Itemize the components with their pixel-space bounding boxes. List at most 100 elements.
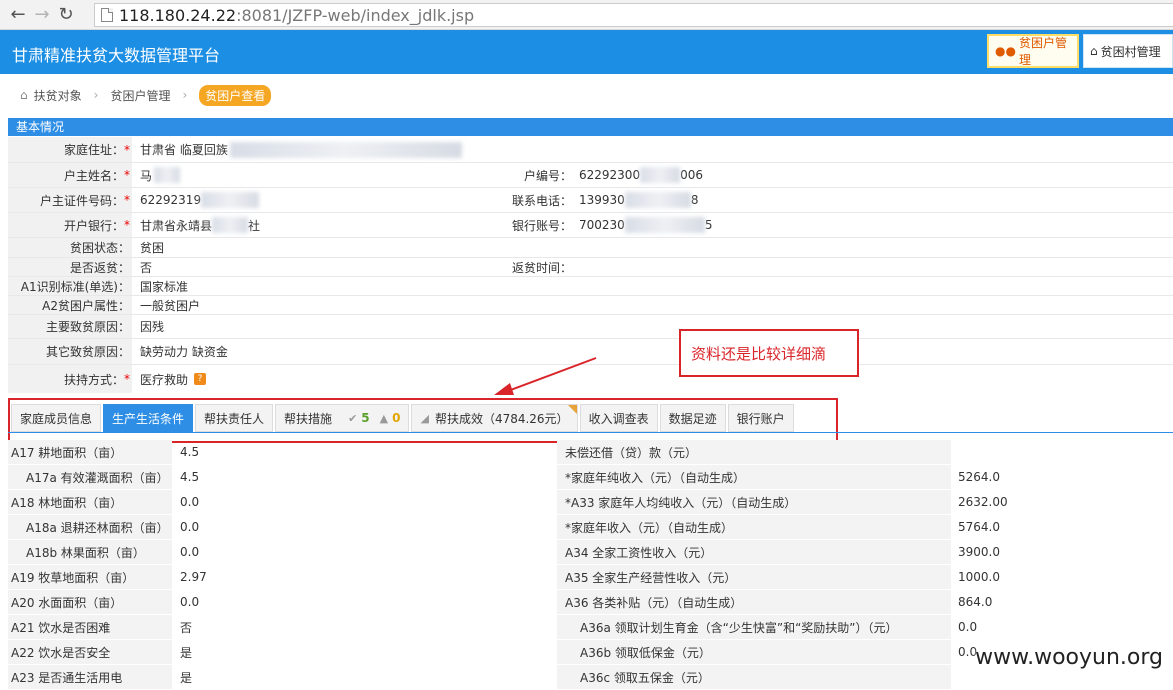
url-path: :8081/JZFP-web/index_jdlk.jsp (236, 6, 474, 25)
account-value: 7002305 (579, 213, 712, 237)
row-a1: A1识别标准(单选)： 国家标准 (8, 277, 1173, 296)
table-row: A18b 林果面积（亩）0.0A34 全家工资性收入（元）3900.0 (8, 540, 1173, 565)
table-row: A18 林地面积（亩）0.0*A33 家庭年人均纯收入（元）（自动生成）2632… (8, 490, 1173, 515)
support-value: 医疗救助? (140, 365, 206, 393)
tab-support-measures-label: 帮扶措施 (284, 410, 332, 427)
head-name-label: 户主姓名：* (8, 163, 132, 187)
measures-ok-count: 5 (361, 411, 369, 425)
section-title-basic: 基本情况 (8, 118, 1173, 136)
row-main-reason: 主要致贫原因： 因残 (8, 315, 1173, 339)
field-value: 0.0 (172, 590, 557, 614)
field-value: 5764.0 (951, 515, 1173, 539)
breadcrumb-item-poverty-target[interactable]: 扶贫对象 (34, 87, 82, 104)
other-reason-label: 其它致贫原因： (8, 339, 132, 364)
id-label: 户主证件号码：* (8, 188, 132, 212)
field-value (951, 440, 1173, 464)
table-row: A20 水面面积（亩）0.0A36 各类补贴（元）（自动生成）864.0 (8, 590, 1173, 615)
help-icon[interactable]: ? (194, 373, 206, 385)
field-value: 5264.0 (951, 465, 1173, 489)
return-value: 否 (140, 258, 152, 276)
field-value: 否 (172, 615, 557, 639)
village-management-button[interactable]: ⌂ 贫困村管理 (1083, 34, 1173, 68)
back-arrow-icon[interactable]: ← (6, 4, 30, 26)
tab-family-members[interactable]: 家庭成员信息 (11, 404, 101, 432)
head-name-value: 马 (140, 163, 180, 187)
redacted-block (230, 142, 462, 158)
redacted-block (154, 167, 180, 183)
field-value: 1000.0 (951, 565, 1173, 589)
field-value: 是 (172, 665, 557, 689)
village-management-label: 贫困村管理 (1101, 43, 1161, 60)
tab-data-footprint[interactable]: 数据足迹 (660, 404, 726, 432)
table-row: A21 饮水是否困难否A36a 领取计划生育金（含“少生快富”和“奖励扶助”）（… (8, 615, 1173, 640)
main-reason-label: 主要致贫原因： (8, 315, 132, 338)
a1-value: 国家标准 (140, 277, 188, 295)
row-bank: 开户银行：* 甘肃省永靖县社 银行账号： 7002305 (8, 213, 1173, 238)
table-row: A19 牧草地面积（亩）2.97A35 全家生产经营性收入（元）1000.0 (8, 565, 1173, 590)
a2-label: A2贫困户属性： (8, 296, 132, 314)
chart-icon: ◢ (420, 412, 428, 425)
field-value: 3900.0 (951, 540, 1173, 564)
app-header: 甘肃精准扶贫大数据管理平台 ●● 贫困户管理 ⌂ 贫困村管理 (0, 30, 1173, 74)
redacted-block (625, 192, 691, 208)
redacted-block (640, 167, 680, 183)
phone-label: 联系电话： (506, 188, 572, 212)
tab-support-result[interactable]: ◢ 帮扶成效（4784.26元） (411, 404, 577, 432)
redacted-block (201, 192, 259, 208)
household-management-button[interactable]: ●● 贫困户管理 (987, 34, 1079, 68)
field-label: A17a 有效灌溉面积（亩） (8, 465, 172, 489)
field-value: 4.5 (172, 440, 557, 464)
check-icon: ✔ (348, 412, 357, 425)
breadcrumb-item-household-management[interactable]: 贫困户管理 (110, 87, 170, 104)
reload-icon[interactable]: ↻ (54, 4, 78, 26)
breadcrumb-separator-icon: › (94, 88, 99, 102)
tabs-underline (8, 432, 1173, 433)
account-label: 银行账号： (506, 213, 572, 237)
forward-arrow-icon[interactable]: → (30, 4, 54, 26)
row-a2: A2贫困户属性： 一般贫困户 (8, 296, 1173, 315)
table-row: A18a 退耕还林面积（亩）0.0*家庭年收入（元）（自动生成）5764.0 (8, 515, 1173, 540)
return-time-label: 返贫时间： (506, 258, 572, 276)
field-label: A22 饮水是否安全 (8, 640, 172, 664)
field-label: A35 全家生产经营性收入（元） (557, 565, 951, 589)
annotation-arrow-icon (490, 355, 600, 397)
field-value: 0.0 (172, 515, 557, 539)
tab-bank-account[interactable]: 银行账户 (728, 404, 794, 432)
field-label: A18 林地面积（亩） (8, 490, 172, 514)
field-label: A21 饮水是否困难 (8, 615, 172, 639)
row-return: 是否返贫： 否 返贫时间： (8, 258, 1173, 277)
table-row: A17a 有效灌溉面积（亩）4.5*家庭年纯收入（元）（自动生成）5264.0 (8, 465, 1173, 490)
url-host: 118.180.24.22 (119, 6, 236, 25)
tab-responsible-person[interactable]: 帮扶责任人 (195, 404, 273, 432)
users-icon: ●● (995, 44, 1016, 58)
app-title: 甘肃精准扶贫大数据管理平台 (12, 42, 220, 66)
row-head-name: 户主姓名：* 马 户编号： 62292300006 (8, 163, 1173, 188)
field-label: A17 耕地面积（亩） (8, 440, 172, 464)
field-value: 0.0 (951, 615, 1173, 639)
tab-support-measures[interactable]: 帮扶措施 ✔ 5 ▲ 0 (275, 404, 409, 432)
phone-value: 1399308 (579, 188, 698, 212)
a1-label: A1识别标准(单选)： (8, 277, 132, 295)
field-value: 0.0 (172, 540, 557, 564)
field-label: A20 水面面积（亩） (8, 590, 172, 614)
row-status: 贫困状态： 贫困 (8, 238, 1173, 258)
address-bar[interactable]: 118.180.24.22:8081/JZFP-web/index_jdlk.j… (94, 3, 1173, 27)
household-management-label: 贫困户管理 (1019, 34, 1071, 68)
field-value: 2.97 (172, 565, 557, 589)
breadcrumb: ⌂ 扶贫对象 › 贫困户管理 › 贫困户查看 (0, 74, 1173, 116)
household-no-value: 62292300006 (579, 163, 703, 187)
field-label: A23 是否通生活用电 (8, 665, 172, 689)
address-value: 甘肃省 临夏回族 (140, 137, 462, 162)
id-value: 62292319 (140, 188, 259, 212)
field-label: A36 各类补贴（元）（自动生成） (557, 590, 951, 614)
tab-income-survey[interactable]: 收入调查表 (580, 404, 658, 432)
field-value: 是 (172, 640, 557, 664)
warning-icon: ▲ (380, 412, 388, 425)
page-icon (101, 8, 113, 22)
house-icon: ⌂ (1090, 44, 1098, 58)
field-label: A19 牧草地面积（亩） (8, 565, 172, 589)
tab-production-living[interactable]: 生产生活条件 (103, 404, 193, 432)
bank-label: 开户银行：* (8, 213, 132, 237)
field-value: 4.5 (172, 465, 557, 489)
home-icon: ⌂ (20, 88, 28, 102)
